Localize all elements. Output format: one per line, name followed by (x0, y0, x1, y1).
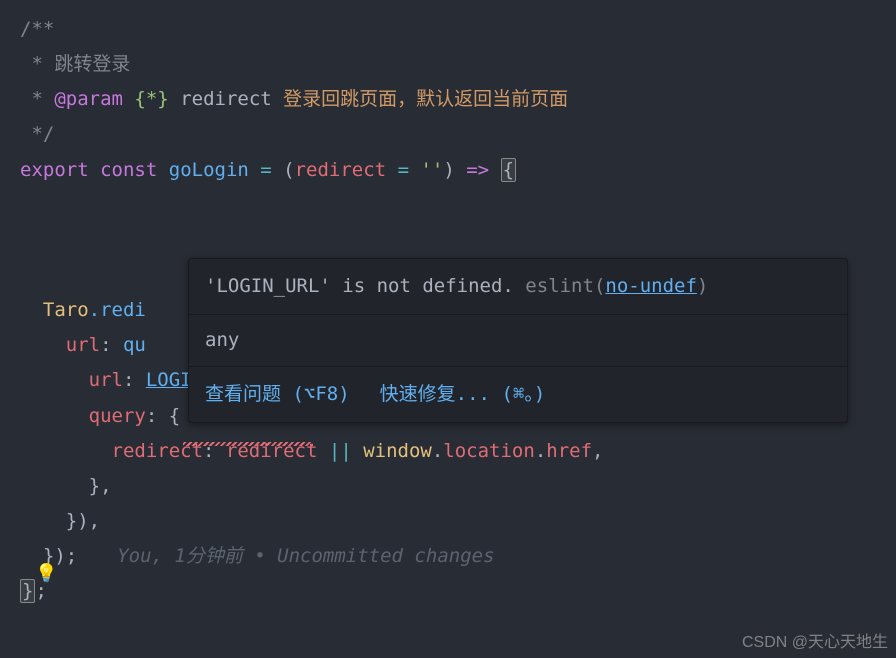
eslint-rule-link[interactable]: no-undef (605, 275, 697, 297)
close-call: }), (20, 504, 896, 539)
doc-comment-param: * @param {*} redirect 登录回跳页面，默认返回当前页面 (20, 82, 896, 117)
redirect-line: redirect: redirect || window.location.hr… (20, 434, 896, 469)
watermark: CSDN @天心天地生 (742, 628, 888, 658)
view-problem-action[interactable]: 查看问题 (⌥F8) (205, 377, 350, 412)
close-query: }, (20, 469, 896, 504)
lightbulb-icon[interactable]: 💡 (35, 557, 57, 590)
close-outer: });You, 1分钟前 • Uncommitted changes (20, 539, 896, 574)
export-line: export const goLogin = (redirect = '') =… (20, 153, 896, 188)
diagnostic-message: 'LOGIN_URL' is not defined. eslint(no-un… (189, 259, 847, 315)
close-fn: }; (20, 574, 896, 609)
type-info: any (189, 315, 847, 367)
hover-diagnostic-popup: 'LOGIN_URL' is not defined. eslint(no-un… (188, 258, 848, 423)
blank-line (20, 188, 896, 223)
blank-line (20, 223, 896, 258)
popup-actions: 查看问题 (⌥F8) 快速修复... (⌘。) (189, 367, 847, 422)
error-squiggle (183, 442, 313, 446)
doc-comment-close: */ (20, 117, 896, 152)
quick-fix-action[interactable]: 快速修复... (⌘。) (380, 377, 546, 412)
doc-comment-line: * 跳转登录 (20, 47, 896, 82)
doc-comment-open: /** (20, 12, 896, 47)
gitlens-annotation: You, 1分钟前 • Uncommitted changes (117, 545, 494, 567)
